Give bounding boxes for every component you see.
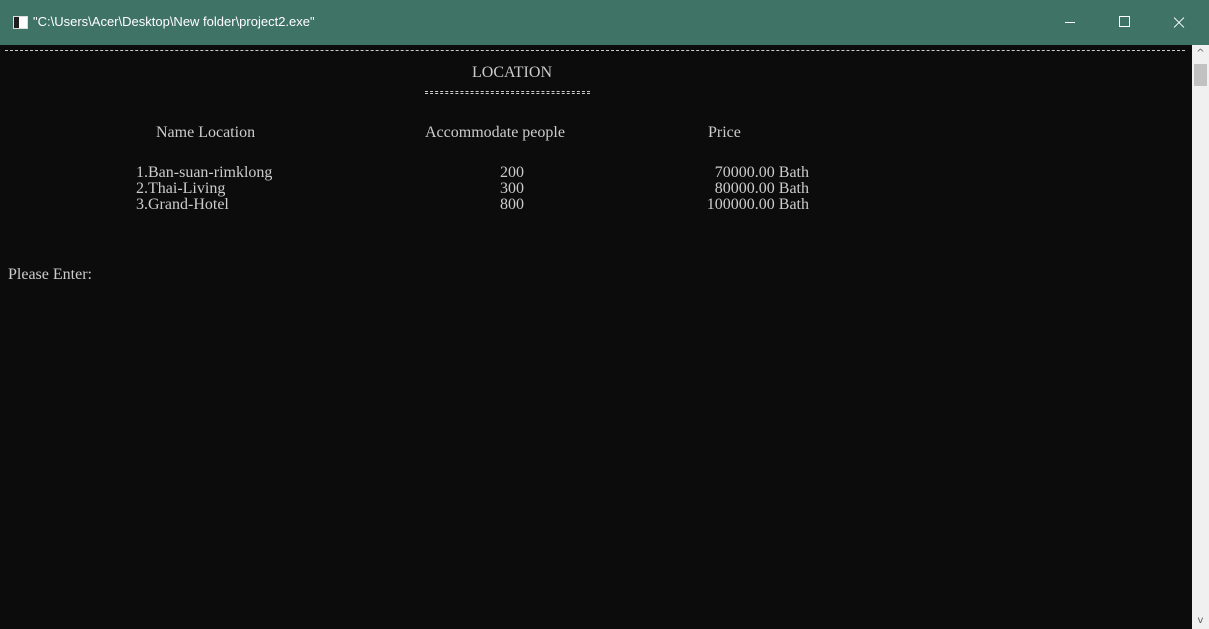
console-app-icon bbox=[13, 16, 28, 29]
title-bar[interactable]: "C:\Users\Acer\Desktop\New folder\projec… bbox=[0, 0, 1209, 45]
input-prompt[interactable]: Please Enter: bbox=[8, 267, 92, 283]
separator-line bbox=[5, 50, 1185, 51]
column-header-name: Name Location bbox=[156, 124, 256, 141]
row-capacity: 300 bbox=[500, 180, 524, 197]
row-price: 100000.00 Bath bbox=[706, 196, 809, 213]
maximize-button[interactable] bbox=[1101, 0, 1147, 45]
scroll-down-icon[interactable]: v bbox=[1192, 612, 1209, 629]
row-name: 2.Thai-Living bbox=[136, 180, 226, 197]
heading-location: LOCATION bbox=[472, 64, 552, 81]
row-name: 1.Ban-suan-rimklong bbox=[136, 164, 273, 181]
row-name: 3.Grand-Hotel bbox=[136, 196, 229, 213]
scroll-up-icon[interactable]: ^ bbox=[1192, 45, 1209, 62]
row-capacity: 800 bbox=[500, 196, 524, 213]
column-header-capacity: Accommodate people bbox=[425, 124, 565, 141]
window-title: "C:\Users\Acer\Desktop\New folder\projec… bbox=[33, 14, 315, 29]
minimize-button[interactable] bbox=[1047, 0, 1093, 45]
column-header-price: Price bbox=[708, 124, 741, 141]
heading-underline bbox=[425, 91, 590, 92]
console-window: "C:\Users\Acer\Desktop\New folder\projec… bbox=[0, 0, 1209, 629]
vertical-scrollbar[interactable]: ^ v bbox=[1192, 45, 1209, 629]
heading-underline-2 bbox=[425, 93, 590, 94]
scroll-thumb[interactable] bbox=[1194, 64, 1207, 86]
row-price: 80000.00 Bath bbox=[714, 180, 809, 197]
row-capacity: 200 bbox=[500, 164, 524, 181]
row-price: 70000.00 Bath bbox=[714, 164, 809, 181]
close-button[interactable] bbox=[1155, 0, 1201, 45]
console-output[interactable]: LOCATION Name Location Accommodate peopl… bbox=[0, 45, 1192, 629]
